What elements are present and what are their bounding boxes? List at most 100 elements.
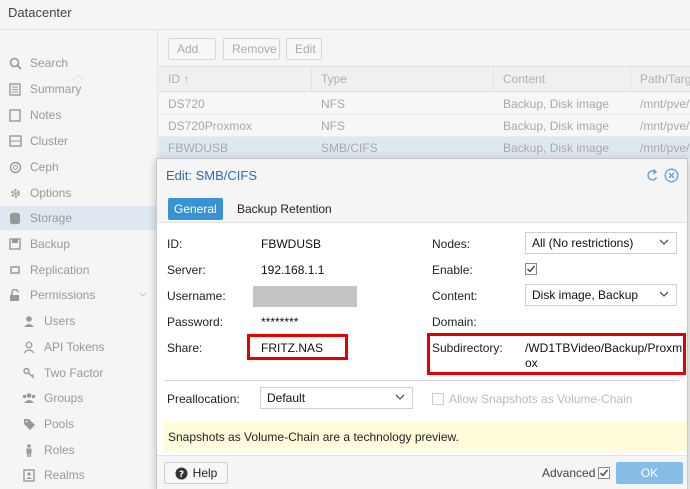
- gear-icon: [8, 186, 22, 200]
- check-icon: [600, 469, 609, 477]
- sidebar-item-label: Groups: [44, 391, 84, 405]
- dialog-header: Edit: SMB/CIFS: [157, 159, 687, 193]
- column-header-path[interactable]: Path/Targ: [631, 67, 690, 92]
- server-value: 192.168.1.1: [261, 263, 325, 277]
- edit-button[interactable]: Edit: [286, 38, 322, 60]
- sidebar-item-label: Realms: [44, 468, 85, 482]
- enable-checkbox[interactable]: [525, 263, 537, 275]
- chevron-down-icon: [659, 291, 669, 297]
- sidebar-item-roles[interactable]: Roles: [0, 438, 158, 462]
- cell-content: Backup, Disk image: [503, 119, 610, 133]
- user-icon: [22, 314, 36, 328]
- help-button-label: Help: [192, 466, 218, 480]
- sidebar-item-label: Search: [30, 56, 69, 70]
- tags-icon: [22, 417, 36, 431]
- column-header-type[interactable]: Type: [312, 67, 494, 92]
- edit-button-label: Edit: [295, 42, 316, 56]
- table-row-selected[interactable]: FBWDUSB SMB/CIFS Backup, Disk image /mnt…: [159, 137, 690, 159]
- chevron-down-icon: [659, 239, 669, 245]
- reset-icon[interactable]: [645, 168, 660, 183]
- sidebar-item-label: Ceph: [30, 160, 59, 174]
- allow-snapshots-checkbox[interactable]: [432, 393, 444, 405]
- ok-button-label: OK: [640, 466, 659, 480]
- sidebar-item-realms[interactable]: Realms: [0, 463, 158, 487]
- unlock-icon: [8, 288, 22, 302]
- sidebar-item-options[interactable]: Options: [0, 181, 158, 205]
- sidebar-item-two-factor[interactable]: Two Factor: [0, 361, 158, 385]
- sidebar-item-summary[interactable]: Summary: [0, 77, 158, 101]
- sidebar-item-users[interactable]: Users: [0, 309, 158, 333]
- share-label: Share:: [167, 341, 203, 355]
- check-icon: [527, 265, 536, 273]
- edit-smb-cifs-dialog: Edit: SMB/CIFS General Backup Retention …: [156, 158, 688, 489]
- subdirectory-label: Subdirectory:: [432, 341, 503, 355]
- sidebar-item-label: Options: [30, 186, 72, 200]
- cell-type: NFS: [321, 119, 345, 133]
- storage-grid-header: ID ↑ Type Content Path/Targ: [159, 66, 690, 92]
- password-label: Password:: [167, 315, 224, 329]
- retweet-icon: [8, 263, 22, 277]
- preallocation-select-value: Default: [267, 391, 306, 405]
- chevron-down-icon[interactable]: [138, 289, 148, 299]
- floppy-icon: [8, 237, 22, 251]
- server-label: Server:: [167, 263, 206, 277]
- sidebar-item-label: Roles: [44, 443, 75, 457]
- summary-icon: [8, 82, 22, 96]
- advanced-checkbox[interactable]: [598, 467, 610, 479]
- question-circle-icon: ?: [175, 467, 188, 480]
- sidebar-item-notes[interactable]: Notes: [0, 103, 158, 127]
- column-header-content[interactable]: Content: [494, 67, 631, 92]
- divider: [165, 380, 679, 381]
- id-value: FBWDUSB: [261, 237, 321, 251]
- content-select[interactable]: Disk image, Backup: [525, 284, 677, 306]
- enable-label: Enable:: [432, 263, 473, 277]
- tab-backup-retention[interactable]: Backup Retention: [231, 198, 338, 220]
- sidebar-item-label: Pools: [44, 417, 75, 431]
- help-button[interactable]: ? Help: [164, 462, 228, 484]
- search-icon: [8, 56, 22, 70]
- remove-button-label: Remove: [232, 42, 277, 56]
- sidebar-item-storage[interactable]: Storage: [0, 206, 158, 230]
- share-value: FRITZ.NAS: [261, 341, 323, 355]
- cell-path: /mnt/pve/I: [640, 97, 690, 111]
- sidebar-item-label: Summary: [30, 82, 82, 96]
- sidebar-item-backup[interactable]: Backup: [0, 232, 158, 256]
- sidebar-item-permissions[interactable]: Permissions: [0, 283, 158, 307]
- add-button[interactable]: Add: [168, 38, 216, 60]
- ceph-icon: [8, 160, 22, 174]
- sidebar-item-api-tokens[interactable]: API Tokens: [0, 335, 158, 359]
- sidebar: Search Summary Notes Cluster Ceph Option…: [0, 30, 158, 489]
- dialog-footer: ? Help Advanced OK: [157, 455, 687, 489]
- nodes-label: Nodes:: [432, 237, 471, 251]
- close-icon[interactable]: [664, 168, 679, 183]
- password-value: ********: [261, 315, 299, 329]
- ok-button[interactable]: OK: [616, 462, 683, 484]
- remove-button[interactable]: Remove: [223, 38, 280, 60]
- content-label: Content:: [432, 289, 478, 303]
- database-icon: [8, 211, 22, 225]
- sidebar-item-search[interactable]: Search: [0, 51, 158, 75]
- sidebar-item-groups[interactable]: Groups: [0, 386, 158, 410]
- tab-general[interactable]: General: [168, 198, 223, 220]
- table-row[interactable]: DS720 NFS Backup, Disk image /mnt/pve/I: [159, 93, 690, 115]
- column-header-id[interactable]: ID ↑: [159, 67, 312, 92]
- advanced-label: Advanced: [542, 466, 596, 480]
- subdirectory-value-line1[interactable]: /WD1TBVideo/Backup/Proxm: [525, 341, 682, 355]
- users-icon: [22, 391, 36, 405]
- sidebar-item-ceph[interactable]: Ceph: [0, 155, 158, 179]
- chevron-down-icon: [204, 48, 207, 50]
- id-label: ID:: [167, 237, 183, 251]
- preallocation-select[interactable]: Default: [260, 387, 413, 409]
- sidebar-item-replication[interactable]: Replication: [0, 258, 158, 282]
- table-row[interactable]: DS720Proxmox NFS Backup, Disk image /mnt…: [159, 115, 690, 137]
- domain-label: Domain:: [432, 315, 477, 329]
- svg-text:?: ?: [179, 470, 184, 480]
- sidebar-item-pools[interactable]: Pools: [0, 412, 158, 436]
- sidebar-item-label: Replication: [30, 263, 90, 277]
- cell-path: /mnt/pve/I: [640, 119, 690, 133]
- nodes-select[interactable]: All (No restrictions): [525, 232, 677, 254]
- sidebar-item-label: Users: [44, 314, 76, 328]
- cell-content: Backup, Disk image: [503, 97, 610, 111]
- subdirectory-value-line2[interactable]: ox: [525, 356, 538, 370]
- sidebar-item-cluster[interactable]: Cluster: [0, 129, 158, 153]
